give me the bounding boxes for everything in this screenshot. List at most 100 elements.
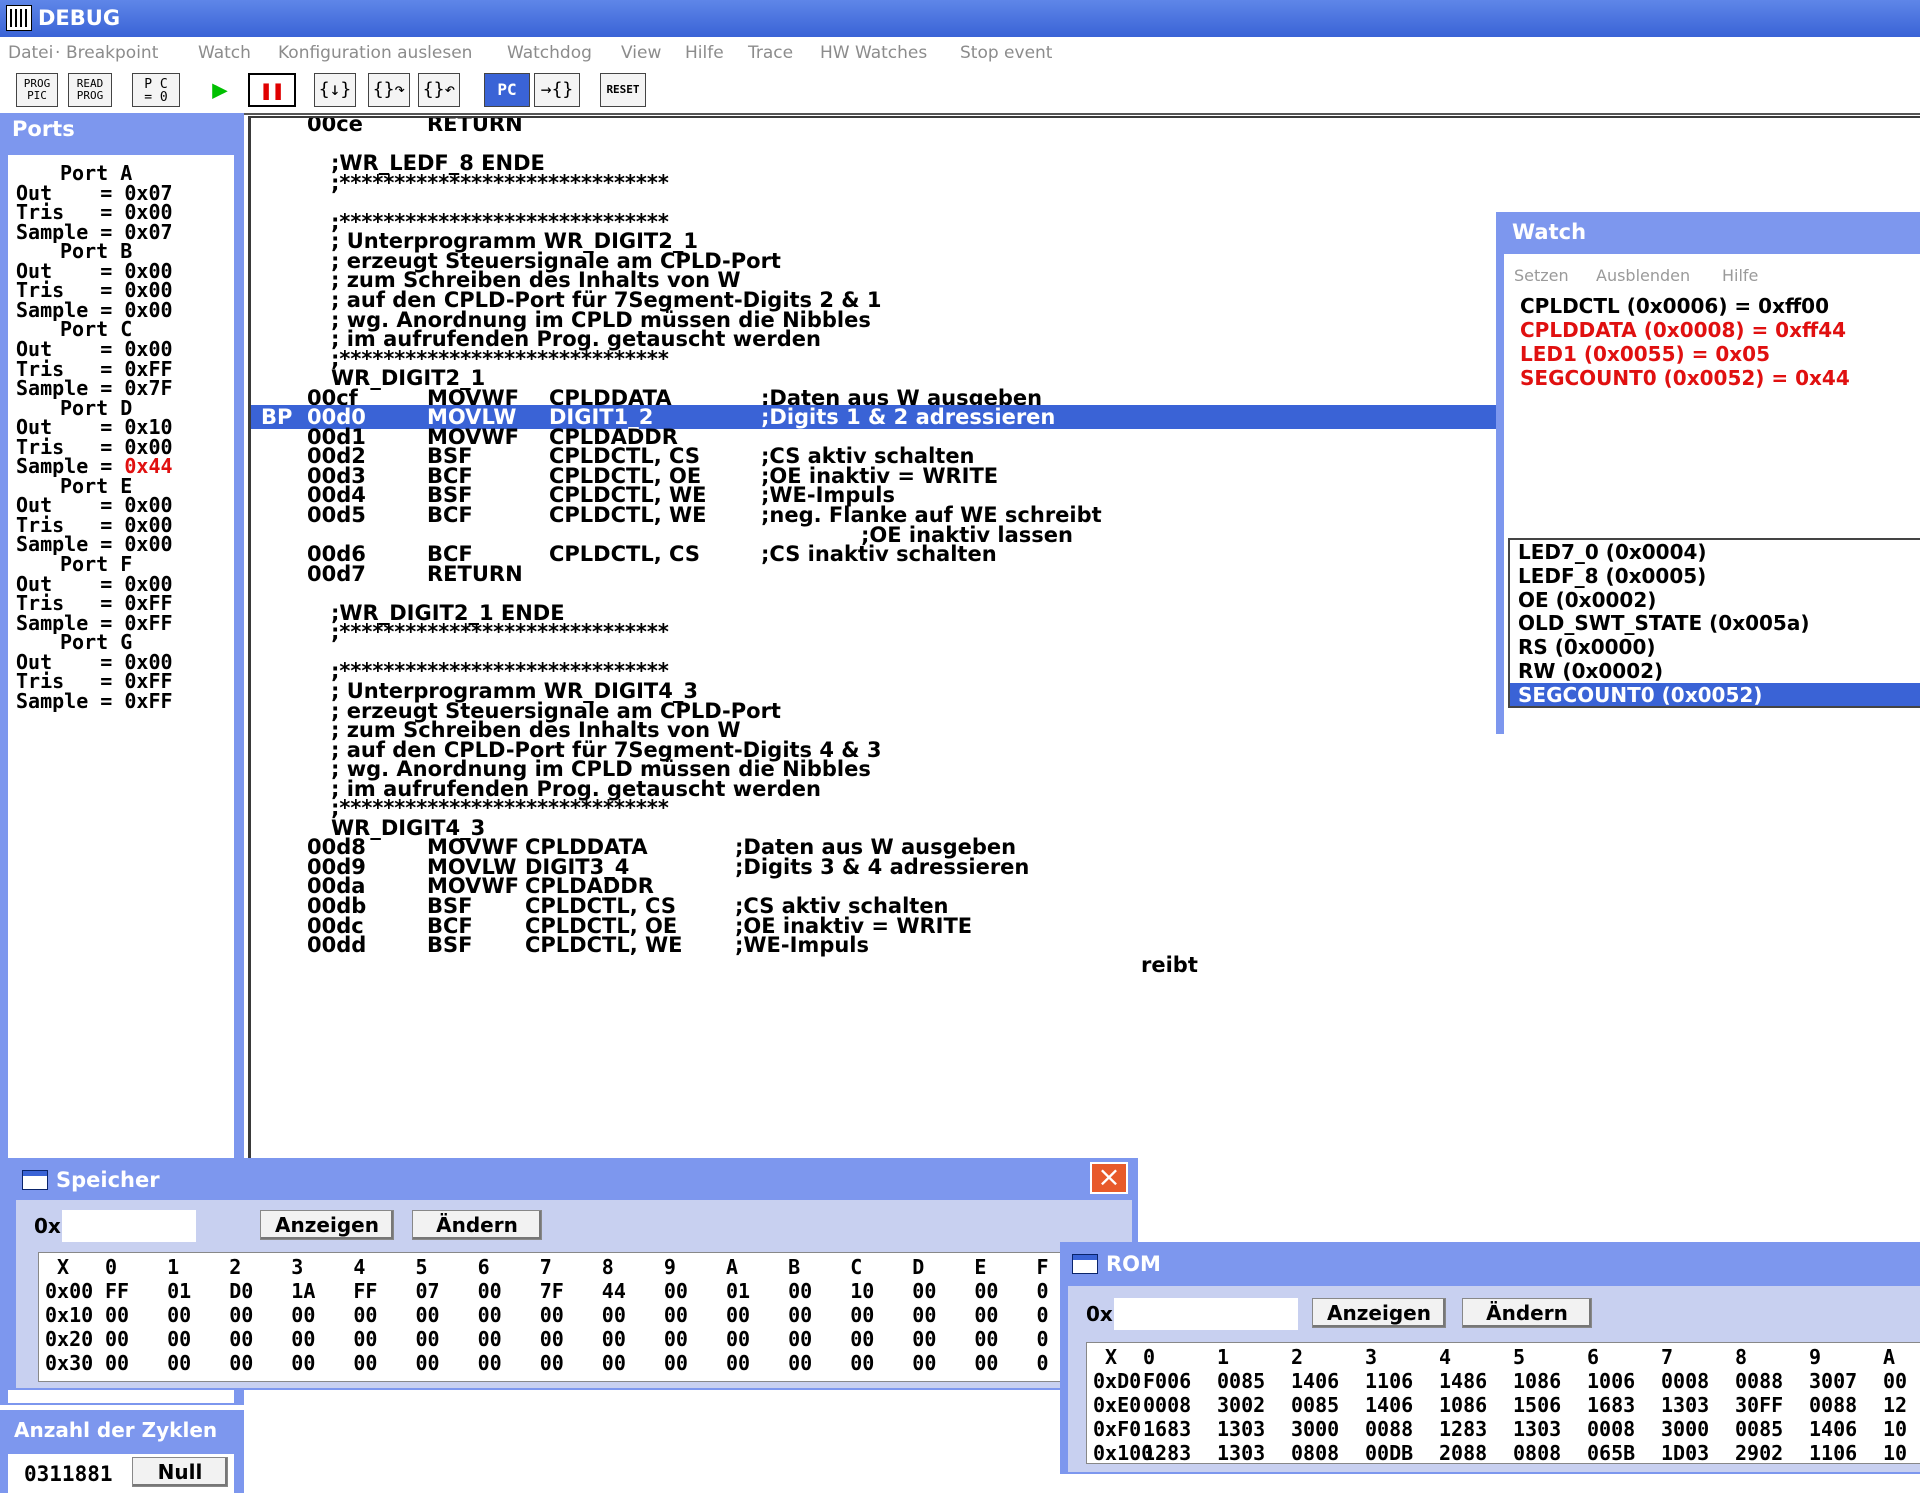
menu-konfiguration[interactable]: Konfiguration auslesen [278,43,472,63]
table-cell: 10 [1883,1441,1908,1464]
watch-symbol-label: RW (0x0002) [1518,659,1664,683]
pc-button[interactable]: PC [484,73,530,107]
table-cell: 00 [105,1303,130,1327]
null-button[interactable]: Null [132,1457,228,1487]
table-cell: 07 [415,1279,440,1303]
watch-symbol[interactable]: RS (0x0000) [1510,635,1920,659]
table-cell: 00 [788,1351,813,1375]
pause-icon[interactable]: ❚❚ [248,73,296,107]
table-cell: 0008 [1661,1369,1710,1393]
read-prog-button[interactable]: READ PROG [68,73,112,107]
step-out-icon[interactable]: {}↶ [418,73,460,107]
table-cell: 00 [663,1351,688,1375]
toolbar: PROG PIC READ PROG P C = 0 ▶ ❚❚ {↓} {}↷ {}↶… [0,69,1920,115]
menu-watch[interactable]: Watch [198,43,251,63]
watch-value: CPLDCTL (0x0006) = 0xff00 [1520,294,1830,318]
menu-hilfe[interactable]: Hilfe [685,43,724,63]
table-cell: 00 [229,1351,254,1375]
code-line[interactable]: 00dd BSF CPLDCTL, WE ;WE-Impuls [251,933,1920,957]
table-cell: 00 [912,1303,937,1327]
table-cell: 1A [291,1279,316,1303]
table-cell: FF [105,1279,130,1303]
watch-symbol[interactable]: LED7_0 (0x0004) [1510,540,1920,564]
table-cell: 065B [1587,1441,1636,1464]
menu-watchdog[interactable]: Watchdog [507,43,592,63]
speicher-body: 0x Anzeigen Ändern X 0 1 2 3 4 5 6 7 8 9 A B C D E F 0x00… [16,1200,1134,1388]
table-cell: 44 [601,1279,626,1303]
table-cell: 1406 [1809,1417,1858,1441]
table-cell: 01 [726,1279,751,1303]
table-cell: 1106 [1809,1441,1858,1464]
watch-symbol-selected[interactable]: SEGCOUNT0 (0x0052) [1510,682,1920,707]
watch-symbol[interactable]: OLD_SWT_STATE (0x005a) [1510,611,1920,635]
watch-body: Setzen Ausblenden Hilfe CPLDCTL (0x0006)… [1504,254,1920,734]
goto-pc-icon[interactable]: →{} [534,73,580,107]
watch-symbol[interactable]: LEDF_8 (0x0005) [1510,564,1920,588]
table-cell: 0xE0 [1093,1393,1142,1417]
code-line-partial: reibt [1141,952,1198,977]
run-icon[interactable]: ▶ [200,73,240,107]
table-cell: FF [353,1279,378,1303]
table-header-cell: 7 [539,1255,552,1279]
table-header-cell: 2 [1291,1345,1304,1369]
menu-breakpoint[interactable]: Breakpoint [66,43,158,63]
table-cell: 00 [850,1327,875,1351]
table-header-cell: 2 [229,1255,242,1279]
table-cell: 0 [1036,1303,1049,1327]
watch-symbol[interactable]: RW (0x0002) [1510,659,1920,683]
step-into-icon[interactable]: {↓} [314,73,356,107]
menu-hw-watches[interactable]: HW Watches [820,43,927,63]
table-cell: 0088 [1735,1369,1784,1393]
table-cell: 1506 [1513,1393,1562,1417]
speicher-address-input[interactable] [62,1210,196,1242]
speicher-anzeigen-button[interactable]: Anzeigen [260,1210,394,1240]
watch-menu-setzen[interactable]: Setzen [1514,266,1569,285]
reset-button[interactable]: RESET [600,73,646,107]
prog-pic-button[interactable]: PROG PIC [16,73,58,107]
table-cell: 00 [788,1327,813,1351]
code-address: 00dd [307,933,367,958]
watch-menu-hilfe[interactable]: Hilfe [1722,266,1758,285]
table-cell: 12 [1883,1393,1908,1417]
code-line[interactable]: ;****************************** [251,171,1920,195]
watch-symbol-label: OE (0x0002) [1518,587,1657,612]
menu-stop-event[interactable]: Stop event [960,43,1052,63]
step-over-icon[interactable]: {}↷ [368,73,410,107]
table-header-cell: 3 [291,1255,304,1279]
code-opcode: RETURN [427,116,523,136]
table-cell: 1683 [1587,1393,1636,1417]
watch-menu-ausblenden[interactable]: Ausblenden [1596,266,1690,285]
watch-symbol[interactable]: OE (0x0002) [1510,587,1920,612]
table-cell: 1683 [1143,1417,1192,1441]
pc-zero-button[interactable]: P C = 0 [132,73,180,107]
table-cell: 0085 [1735,1417,1784,1441]
table-cell: 7F [539,1279,564,1303]
table-cell: 0 [1036,1279,1049,1303]
watch-symbol-label: LED7_0 (0x0004) [1518,540,1707,564]
close-icon[interactable]: × [1090,1162,1128,1194]
table-cell: 3000 [1661,1417,1710,1441]
table-cell: 00 [1883,1369,1908,1393]
table-cell: 00 [477,1303,502,1327]
rom-aendern-button[interactable]: Ändern [1462,1298,1592,1328]
table-header-cell: 3 [1365,1345,1378,1369]
table-cell: 00 [663,1303,688,1327]
table-cell: 0088 [1365,1417,1414,1441]
code-line[interactable]: 00ce RETURN [251,116,1920,136]
cycles-value: 0311881 [24,1462,113,1486]
watch-value: LED1 (0x0055) = 0x05 [1520,342,1770,366]
rom-anzeigen-button[interactable]: Anzeigen [1312,1298,1446,1328]
watch-symbol-list[interactable]: LED7_0 (0x0004) LEDF_8 (0x0005) OE (0x0002… [1508,538,1920,708]
table-cell: 00 [229,1303,254,1327]
table-header-cell: D [912,1255,925,1279]
table-cell: 1303 [1661,1393,1710,1417]
rom-address-input[interactable] [1114,1298,1298,1330]
menu-datei[interactable]: Datei [8,43,53,63]
rom-prefix: 0x [1086,1302,1113,1326]
watch-symbol-label: SEGCOUNT0 (0x0052) [1518,682,1763,707]
table-cell: 0x20 [45,1327,94,1351]
speicher-aendern-button[interactable]: Ändern [412,1210,542,1240]
menu-trace[interactable]: Trace [748,43,793,63]
menu-view[interactable]: View [621,43,661,63]
table-cell: 0085 [1291,1393,1340,1417]
